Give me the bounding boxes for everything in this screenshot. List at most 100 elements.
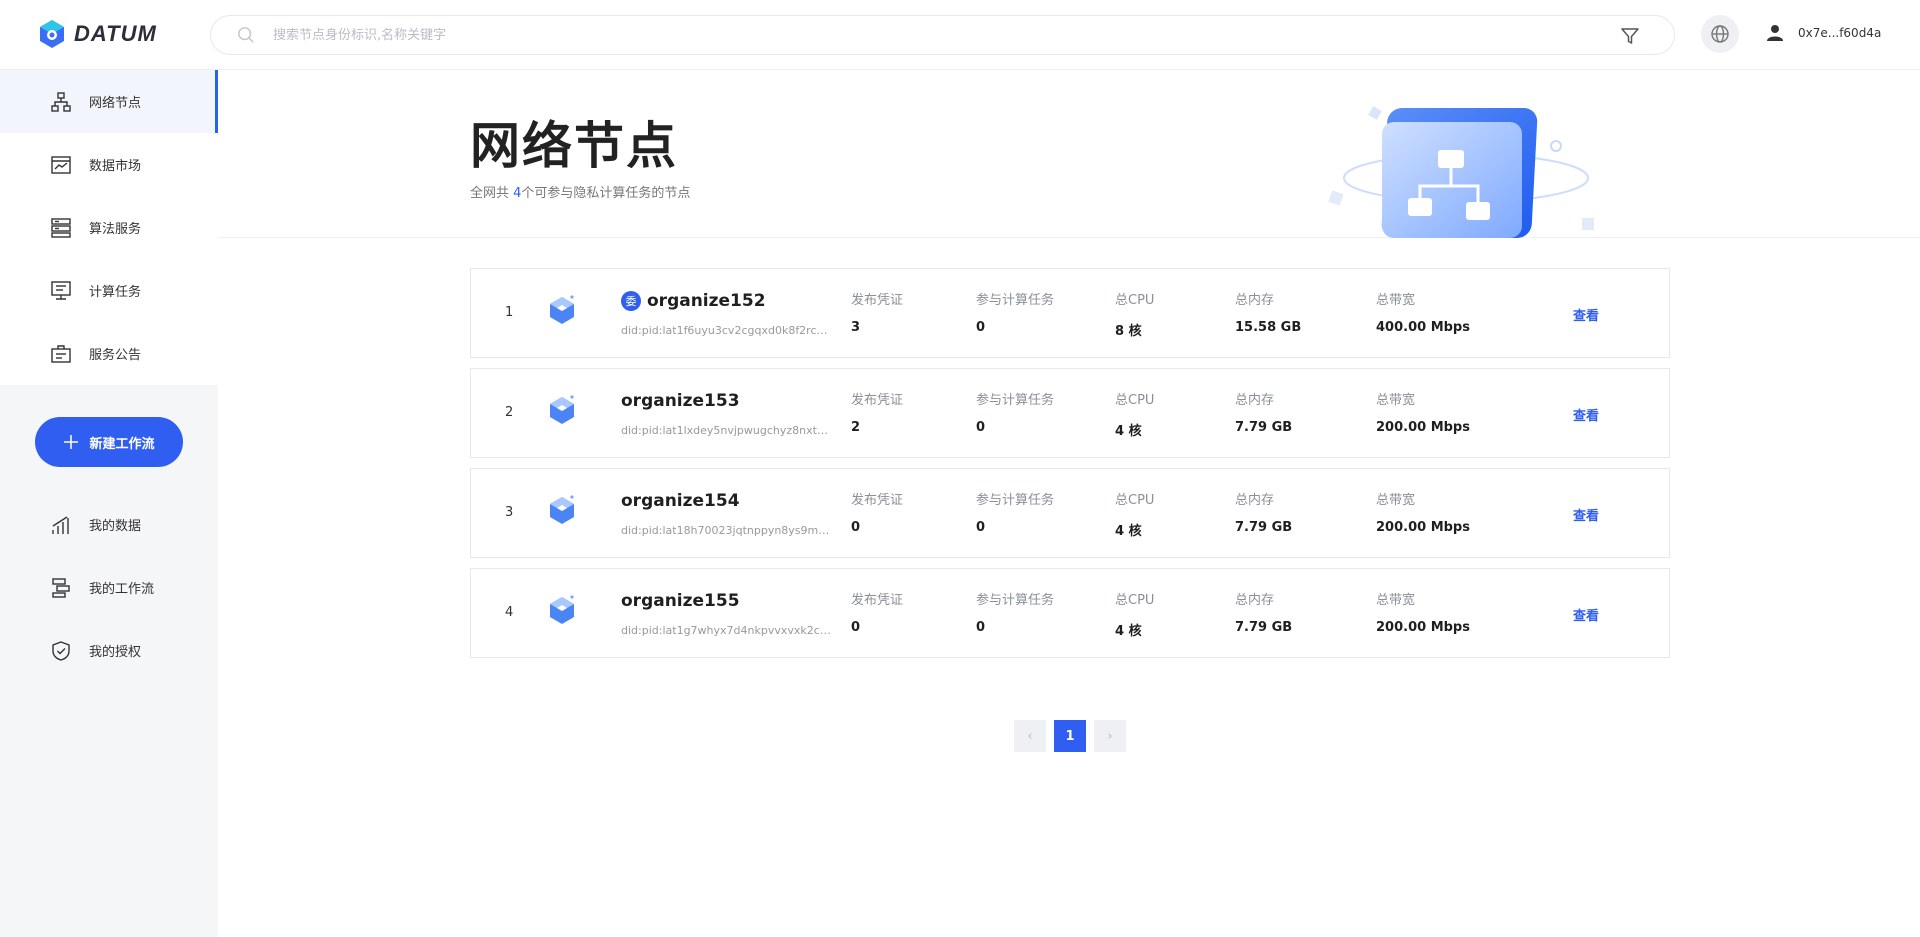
sidebar-item-my-workflow[interactable]: 我的工作流 [0, 556, 218, 619]
credentials-value: 2 [851, 420, 861, 435]
page-number[interactable]: 1 [1054, 720, 1086, 752]
sidebar-item-algorithm-service[interactable]: 算法服务 [0, 196, 218, 259]
node-did: did:pid:lat1lxdey5nvjpwugchyz8nxts54rd..… [621, 424, 831, 437]
tasks-label: 参与计算任务 [976, 293, 1055, 308]
bandwidth-col: 总带宽 200.00 Mbps [1376, 489, 1470, 535]
search-input[interactable] [273, 27, 1573, 43]
bandwidth-value: 400.00 Mbps [1376, 320, 1470, 335]
top-header: DATUM 0x7e...f60d4a [0, 0, 1920, 70]
monitor-icon [51, 280, 71, 300]
subtitle-prefix: 全网共 [470, 186, 514, 201]
node-name[interactable]: organize154 [621, 491, 740, 511]
memory-label: 总内存 [1235, 593, 1275, 608]
brand-logo[interactable]: DATUM [38, 18, 157, 50]
view-link[interactable]: 查看 [1573, 305, 1599, 324]
credentials-label: 发布凭证 [851, 593, 904, 608]
node-name[interactable]: organize152 [647, 291, 766, 311]
tasks-col: 参与计算任务 0 [976, 489, 1054, 535]
node-did: did:pid:lat1g7whyx7d4nkpvvxvxk2cjl8ssn..… [621, 624, 831, 637]
table-row: 4 organize155 did:pid:lat1g7whyx7d4nkpvv… [470, 568, 1670, 658]
notice-icon [51, 344, 71, 363]
table-row: 3 organize154 did:pid:lat18h70023jqtnppy… [470, 468, 1670, 558]
tasks-value: 0 [976, 420, 986, 435]
row-index: 2 [505, 405, 514, 420]
bandwidth-label: 总带宽 [1376, 493, 1416, 508]
bandwidth-col: 总带宽 200.00 Mbps [1376, 589, 1470, 635]
credentials-label: 发布凭证 [851, 493, 904, 508]
bandwidth-value: 200.00 Mbps [1376, 520, 1470, 535]
node-name-wrap: organize155 [621, 591, 740, 611]
sidebar-item-service-notice[interactable]: 服务公告 [0, 322, 218, 385]
credentials-value: 3 [851, 320, 861, 335]
cpu-label: 总CPU [1115, 493, 1155, 508]
node-list: 1 委 organize152 did:pid:lat1f6uyu3cv2cgq… [470, 268, 1670, 668]
user-account[interactable]: 0x7e...f60d4a [1766, 24, 1881, 42]
market-icon [51, 155, 71, 174]
tasks-value: 0 [976, 620, 986, 635]
sidebar-item-compute-tasks[interactable]: 计算任务 [0, 259, 218, 322]
bandwidth-value: 200.00 Mbps [1376, 620, 1470, 635]
view-link[interactable]: 查看 [1573, 605, 1599, 624]
table-row: 1 委 organize152 did:pid:lat1f6uyu3cv2cgq… [470, 268, 1670, 358]
tasks-col: 参与计算任务 0 [976, 289, 1054, 335]
tasks-value: 0 [976, 320, 986, 335]
user-icon [1767, 25, 1783, 41]
brand-name: DATUM [74, 21, 157, 46]
sidebar-item-label: 算法服务 [89, 222, 142, 237]
memory-label: 总内存 [1235, 293, 1275, 308]
row-index: 3 [505, 505, 514, 520]
sidebar-item-my-authorization[interactable]: 我的授权 [0, 619, 218, 682]
prev-page-button[interactable]: ‹ [1014, 720, 1046, 752]
memory-label: 总内存 [1235, 493, 1275, 508]
node-name[interactable]: organize153 [621, 391, 740, 411]
cpu-col: 总CPU 4 核 [1115, 589, 1154, 639]
memory-col: 总内存 7.79 GB [1235, 389, 1292, 435]
cpu-label: 总CPU [1115, 593, 1155, 608]
cpu-value: 4 核 [1115, 524, 1142, 539]
sidebar-item-label: 服务公告 [89, 348, 142, 363]
sidebar-item-label: 数据市场 [89, 159, 142, 174]
view-link[interactable]: 查看 [1573, 405, 1599, 424]
bandwidth-value: 200.00 Mbps [1376, 420, 1470, 435]
row-index: 1 [505, 305, 514, 320]
bandwidth-col: 总带宽 400.00 Mbps [1376, 289, 1470, 335]
memory-value: 7.79 GB [1235, 520, 1293, 535]
cpu-label: 总CPU [1115, 293, 1155, 308]
memory-col: 总内存 7.79 GB [1235, 489, 1292, 535]
cpu-label: 总CPU [1115, 393, 1155, 408]
memory-value: 7.79 GB [1235, 620, 1293, 635]
shield-icon [52, 640, 70, 661]
view-link[interactable]: 查看 [1573, 505, 1599, 524]
credentials-value: 0 [851, 620, 861, 635]
cpu-value: 4 核 [1115, 624, 1142, 639]
sidebar-item-network-nodes[interactable]: 网络节点 [0, 70, 218, 133]
memory-value: 15.58 GB [1235, 320, 1302, 335]
node-name-wrap: organize153 [621, 391, 740, 411]
node-cube-icon [550, 295, 574, 324]
page-hero: 网络节点 全网共 4个可参与隐私计算任务的节点 [218, 70, 1920, 238]
next-page-button[interactable]: › [1094, 720, 1126, 752]
node-name[interactable]: organize155 [621, 591, 740, 611]
network-icon [51, 91, 71, 112]
page-title: 网络节点 [470, 117, 678, 175]
filter-icon[interactable] [1620, 26, 1640, 46]
sidebar-item-label: 计算任务 [89, 285, 142, 300]
tasks-col: 参与计算任务 0 [976, 589, 1054, 635]
new-workflow-button[interactable]: 新建工作流 [35, 417, 183, 467]
sidebar-item-my-data[interactable]: 我的数据 [0, 493, 218, 556]
sidebar-item-label: 我的授权 [89, 645, 142, 660]
sidebar-item-label: 网络节点 [89, 96, 142, 111]
credentials-value: 0 [851, 520, 861, 535]
cpu-value: 8 核 [1115, 324, 1142, 339]
language-button[interactable] [1701, 15, 1739, 53]
sidebar-item-data-market[interactable]: 数据市场 [0, 133, 218, 196]
bandwidth-label: 总带宽 [1376, 593, 1416, 608]
table-row: 2 organize153 did:pid:lat1lxdey5nvjpwugc… [470, 368, 1670, 458]
cpu-col: 总CPU 8 核 [1115, 289, 1154, 339]
bandwidth-label: 总带宽 [1376, 293, 1416, 308]
node-did: did:pid:lat18h70023jqtnppyn8ys9m5tlk7y..… [621, 524, 831, 537]
credentials-col: 发布凭证 0 [851, 489, 903, 535]
tasks-value: 0 [976, 520, 986, 535]
credentials-label: 发布凭证 [851, 393, 904, 408]
sidebar: 网络节点 数据市场 算法服务 计算任务 服务公告 新建工作流 我的数据 我的工作… [0, 70, 218, 937]
